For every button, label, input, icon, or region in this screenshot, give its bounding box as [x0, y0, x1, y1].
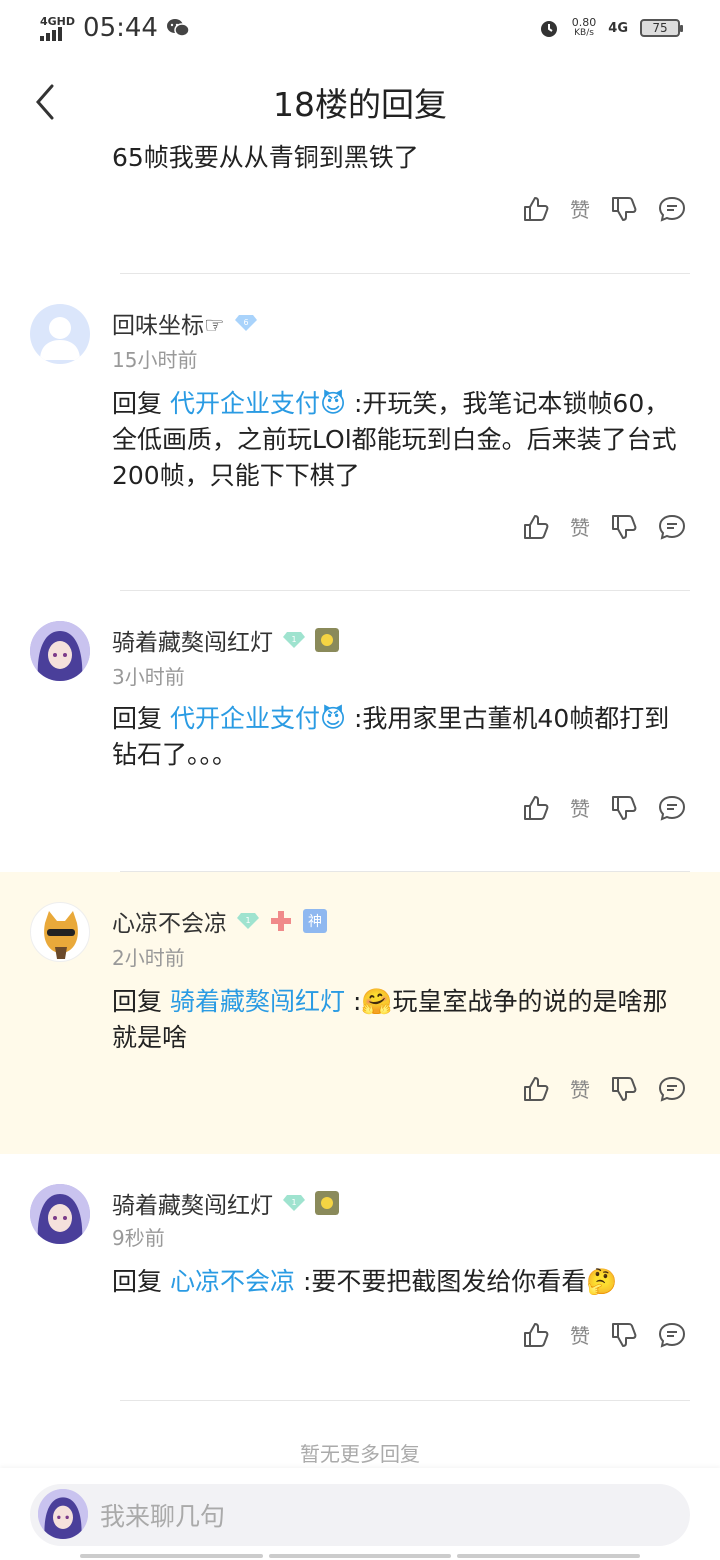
nav-bar: 18楼的回复	[0, 70, 720, 134]
user-name[interactable]: 回味坐标☞	[112, 306, 225, 340]
thumbs-up-icon[interactable]	[522, 794, 550, 822]
comment-item: 骑着藏獒闯红灯 1 9秒前 回复 心凉不会凉 :要不要把截图发给你看看🤔 赞	[0, 1154, 720, 1400]
comment-item-highlighted: 心凉不会凉 1 神 2小时前 回复 骑着藏獒闯红灯 :🤗玩皇室战争的说的是啥那就…	[0, 872, 720, 1154]
mention-link[interactable]: 代开企业支付😈	[170, 704, 346, 733]
no-more-replies: 暂无更多回复	[300, 1442, 420, 1466]
comment-time: 3小时前	[112, 665, 185, 689]
clock: 05:44	[83, 13, 158, 43]
level-badge-icon: 1	[237, 913, 259, 929]
network-speed: 0.80 KB/s	[571, 16, 597, 38]
comment-time: 9秒前	[112, 1226, 165, 1250]
comment-actions: 赞	[522, 793, 686, 822]
thumbs-up-icon[interactable]	[522, 1075, 550, 1103]
mention-link[interactable]: 代开企业支付😈	[170, 389, 346, 418]
svg-text:1: 1	[291, 635, 296, 644]
gesture-bar	[80, 1554, 641, 1558]
status-bar: 4GHD 05:44 0.80 KB/s 4G 75	[0, 0, 720, 56]
net-type-4g: 4G	[608, 20, 628, 36]
comment-actions: 赞	[522, 512, 686, 541]
sun-badge-icon	[315, 1191, 339, 1215]
like-label: 赞	[570, 1078, 590, 1102]
comment-actions: 赞	[522, 1074, 686, 1103]
avatar[interactable]	[30, 621, 90, 681]
wechat-icon	[166, 19, 190, 37]
network-type-label: 4GHD	[40, 14, 76, 28]
page-title: 18楼的回复	[273, 85, 447, 124]
my-avatar	[38, 1489, 88, 1539]
red-cross-badge-icon	[271, 911, 291, 931]
sun-badge-icon	[315, 628, 339, 652]
like-label: 赞	[570, 797, 590, 821]
comment-icon[interactable]	[658, 1321, 686, 1349]
comment-icon[interactable]	[658, 195, 686, 223]
level-badge-icon: 1	[283, 632, 305, 648]
thumbs-down-icon[interactable]	[610, 1321, 638, 1349]
thumbs-down-icon[interactable]	[610, 1075, 638, 1103]
comment-body: 回复 心凉不会凉 :要不要把截图发给你看看🤔	[112, 1267, 618, 1296]
thumbs-up-icon[interactable]	[522, 195, 550, 223]
back-arrow-icon[interactable]	[30, 82, 60, 122]
user-name[interactable]: 骑着藏獒闯红灯	[112, 1186, 273, 1220]
signal-icon	[40, 26, 62, 41]
god-badge: 神	[303, 909, 327, 933]
level-badge-icon: 6	[234, 315, 257, 331]
comment-time: 15小时前	[112, 348, 198, 372]
comment-body: 回复 代开企业支付😈 :我用家里古董机40帧都打到钻石了。。。	[112, 704, 670, 769]
comment-body: 回复 代开企业支付😈 :开玩笑，我笔记本锁帧60，全低画质，之前玩LOl都能玩到…	[112, 389, 677, 490]
comment-body: 回复 骑着藏獒闯红灯 :🤗玩皇室战争的说的是啥那就是啥	[112, 987, 668, 1052]
like-label: 赞	[570, 198, 590, 222]
mention-link[interactable]: 心凉不会凉	[170, 1267, 295, 1296]
like-label: 赞	[570, 516, 590, 540]
comment-item: 回味坐标☞ 6 15小时前 回复 代开企业支付😈 :开玩笑，我笔记本锁帧60，全…	[0, 274, 720, 590]
thumbs-down-icon[interactable]	[610, 195, 638, 223]
avatar[interactable]	[30, 304, 90, 364]
reply-input-bar: 我来聊几句	[0, 1468, 720, 1560]
comment-actions: 赞	[522, 1320, 686, 1349]
avatar[interactable]	[30, 1184, 90, 1244]
thumbs-up-icon[interactable]	[522, 513, 550, 541]
reply-input-placeholder: 我来聊几句	[100, 1502, 226, 1531]
thumbs-down-icon[interactable]	[610, 513, 638, 541]
top-comment-text: 65帧我要从从青铜到黑铁了	[112, 143, 419, 172]
comment-time: 2小时前	[112, 946, 185, 970]
user-name[interactable]: 骑着藏獒闯红灯	[112, 623, 273, 657]
comment-icon[interactable]	[658, 794, 686, 822]
svg-text:1: 1	[291, 1198, 296, 1207]
user-name[interactable]: 心凉不会凉	[112, 904, 227, 938]
divider	[120, 1400, 690, 1401]
top-comment-actions: 赞	[522, 194, 686, 223]
svg-text:1: 1	[245, 916, 250, 925]
thumbs-up-icon[interactable]	[522, 1321, 550, 1349]
level-badge-icon: 1	[283, 1195, 305, 1211]
mention-link[interactable]: 骑着藏獒闯红灯	[170, 987, 345, 1016]
thumbs-down-icon[interactable]	[610, 794, 638, 822]
avatar[interactable]	[30, 902, 90, 962]
comment-item: 骑着藏獒闯红灯 1 3小时前 回复 代开企业支付😈 :我用家里古董机40帧都打到…	[0, 591, 720, 871]
reply-input[interactable]: 我来聊几句	[30, 1484, 690, 1546]
comment-icon[interactable]	[658, 1075, 686, 1103]
comment-icon[interactable]	[658, 513, 686, 541]
alarm-icon	[540, 21, 557, 37]
battery-icon: 75	[640, 19, 683, 37]
like-label: 赞	[570, 1324, 590, 1348]
svg-text:6: 6	[243, 318, 248, 327]
